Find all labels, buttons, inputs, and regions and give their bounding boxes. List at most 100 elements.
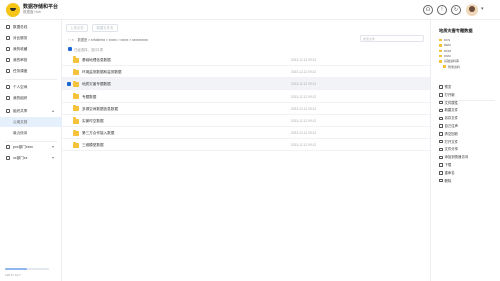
sidebar-group-shared[interactable]: 组织共享 ▴: [0, 106, 62, 116]
action-icon: [439, 139, 443, 144]
file-date: 2023-12-12 09:12: [291, 82, 317, 87]
action-item[interactable]: 新建文件: [439, 107, 458, 112]
detail-panel: 地质灾害专题数据 DVS DEM DOM DSM 基础资料库 附录资料 预览 打开新 文件属性…: [430, 20, 500, 281]
folder-icon: [73, 92, 79, 100]
sidebar-item-compare[interactable]: 对比服务: [0, 33, 62, 43]
file-date: 2023-12-12 09:12: [291, 119, 317, 123]
row-checkbox[interactable]: [67, 143, 71, 147]
row-checkbox[interactable]: [67, 95, 71, 99]
list-item[interactable]: 环境监测数据和监测数据 2023-12-12 09:12: [62, 66, 430, 79]
tree-item[interactable]: 基础资料库: [439, 59, 459, 63]
new-folder-button[interactable]: 新建文件夹: [92, 24, 118, 32]
action-icon: [439, 124, 443, 128]
top-bar: 数据存储和平台 数据盘 Hub ☊ ! ↻ ▾: [0, 0, 500, 20]
row-checkbox[interactable]: [67, 58, 71, 62]
action-label: 另存文件: [444, 116, 459, 121]
row-checkbox[interactable]: [67, 107, 71, 111]
task-icon: [6, 69, 10, 73]
action-icon: [439, 171, 443, 175]
action-item[interactable]: 自己往声: [439, 123, 458, 128]
sidebar-item-favorites[interactable]: 我的收藏: [0, 44, 62, 54]
star-icon: [6, 47, 10, 51]
list-item[interactable]: 专题数据 2023-12-12 09:12: [62, 91, 430, 103]
search-input[interactable]: 搜索文件: [360, 35, 424, 42]
action-item[interactable]: 清空回收: [439, 131, 458, 136]
list-item[interactable]: 多源空间数据信息数据 2023-12-12 09:12: [62, 103, 430, 115]
action-item[interactable]: 打开文件: [439, 139, 458, 144]
sidebar-workspace-1[interactable]: pxx部门xxxx ▾: [0, 142, 62, 152]
action-item[interactable]: 另存文件: [439, 115, 458, 120]
approval-icon: [6, 58, 10, 62]
upload-button[interactable]: 上传文件: [66, 24, 88, 32]
tree-item[interactable]: DOM: [439, 49, 451, 53]
action-icon: [439, 163, 443, 167]
chevron-down-icon[interactable]: ▾: [481, 6, 484, 12]
action-item[interactable]: 打开新: [439, 92, 455, 97]
tree-item[interactable]: DVS: [439, 38, 450, 42]
avatar[interactable]: [466, 4, 478, 16]
sidebar-subitem-recent[interactable]: 最近使用: [0, 128, 62, 138]
headset-icon[interactable]: ☊: [423, 5, 433, 15]
sidebar-item-personal[interactable]: 个人空间: [0, 82, 62, 92]
action-label: 文件属性: [444, 100, 459, 105]
folder-icon: [73, 117, 79, 124]
folder-icon: [439, 49, 442, 53]
sidebar-item-tasks[interactable]: 任务调度: [0, 66, 62, 76]
action-label: 清空回收: [444, 131, 459, 136]
file-name: 地质灾害专题数据: [82, 82, 111, 87]
list-item[interactable]: 地质灾害专题数据 2023-12-12 09:12: [62, 78, 430, 91]
list-item[interactable]: 基础地理信息数据 2023-12-12 09:12: [62, 54, 430, 66]
sidebar-item-data-bus[interactable]: 数据总线: [0, 22, 62, 32]
sidebar-subitem-public-docs[interactable]: 公用文档: [0, 117, 62, 127]
action-item[interactable]: 删除: [439, 178, 451, 183]
storage-text: 128.5 / 10.7: [5, 273, 21, 277]
tree-label: DOM: [444, 48, 451, 53]
action-icon: [439, 147, 443, 152]
sidebar-item-organization[interactable]: 我的组织: [0, 93, 62, 103]
tree-item[interactable]: 附录资料: [443, 65, 460, 69]
folder-icon: [73, 129, 79, 136]
folder-icon: [73, 105, 79, 112]
nav-arrows-icon[interactable]: ‹ › ↻: [68, 38, 75, 42]
file-name: 基础地理信息数据: [82, 58, 111, 62]
list-item[interactable]: 第三方合作接入数据 2023-12-12 09:12: [62, 127, 430, 140]
list-item[interactable]: 实景时空数据 2023-12-12 09:12: [62, 115, 430, 127]
breadcrumb: ‹ › ↻ 数据盘 > xxfolderxx > xxxxx > xxxxx > …: [68, 37, 148, 42]
tree-item[interactable]: DSM: [439, 54, 451, 58]
info-icon[interactable]: !: [437, 5, 447, 15]
action-label: 自己往声: [444, 124, 459, 128]
action-item[interactable]: 添加到快速访问: [439, 154, 468, 159]
action-icon: [439, 108, 443, 113]
folder-icon: [439, 44, 442, 47]
file-date: 2023-12-12 09:12: [291, 131, 317, 136]
breadcrumb-path[interactable]: 数据盘 > xxfolderxx > xxxxx > xxxxx > xxxxx…: [78, 38, 148, 42]
file-name: 实景时空数据: [82, 119, 104, 123]
action-item[interactable]: 文件属性: [439, 100, 458, 105]
select-all-checkbox[interactable]: [68, 47, 72, 51]
refresh-icon[interactable]: ↻: [451, 5, 461, 15]
database-icon: [6, 25, 10, 29]
divider: [5, 79, 57, 80]
action-item[interactable]: 预览: [439, 84, 451, 89]
row-checkbox[interactable]: [67, 119, 71, 123]
folder-icon: [439, 38, 442, 42]
action-label: 重命名: [444, 170, 455, 175]
action-item[interactable]: 文件分享: [439, 146, 458, 151]
sidebar-workspace-2[interactable]: xx部门xx ▾: [0, 153, 62, 163]
sidebar: 数据总线 对比服务 我的收藏 我的审批 任务调度 个人空间 我的组织 组织共享 ▴…: [0, 20, 62, 281]
action-icon: [439, 93, 443, 97]
action-label: 删除: [444, 178, 452, 183]
action-icon: [439, 85, 443, 89]
list-item[interactable]: 三维模型数据 2023-12-12 09:12: [62, 139, 430, 152]
row-checkbox[interactable]: [67, 82, 71, 87]
row-checkbox[interactable]: [67, 70, 71, 74]
action-label: 下载: [444, 163, 452, 167]
sidebar-item-approval[interactable]: 我的审批: [0, 55, 62, 65]
row-checkbox[interactable]: [67, 131, 71, 135]
action-item[interactable]: 重命名: [439, 170, 455, 175]
action-item[interactable]: 下载: [439, 162, 451, 167]
tree-item[interactable]: DEM: [439, 43, 451, 47]
chevron-up-icon: ▴: [52, 108, 55, 113]
folder-icon: [73, 80, 79, 87]
action-label: 文件分享: [444, 147, 459, 152]
